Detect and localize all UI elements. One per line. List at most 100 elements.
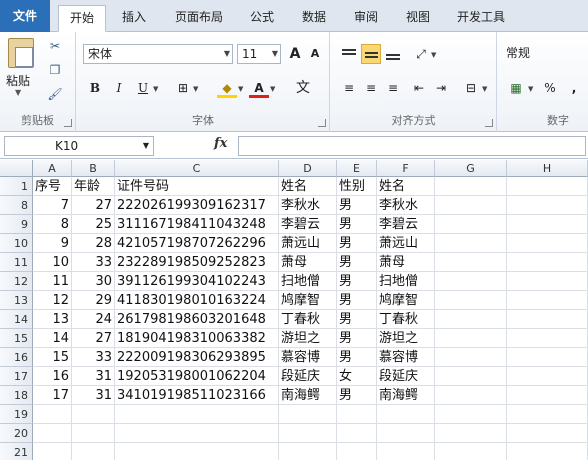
chevron-down-icon[interactable]: ▼ (143, 137, 149, 155)
cell[interactable]: 男 (337, 234, 377, 253)
increase-indent-icon[interactable]: ⇥ (431, 78, 451, 98)
chevron-down-icon[interactable]: ▼ (431, 51, 436, 59)
cell[interactable]: 鸠摩智 (279, 291, 337, 310)
row-header[interactable]: 15 (0, 329, 33, 348)
cell[interactable]: 31 (72, 367, 115, 386)
cell[interactable]: 8 (33, 215, 72, 234)
cell[interactable]: 10 (33, 253, 72, 272)
cell[interactable]: 261798198603201648 (115, 310, 279, 329)
cell[interactable]: 丁春秋 (279, 310, 337, 329)
column-header-h[interactable]: H (507, 160, 588, 177)
align-right-icon[interactable]: ≡ (383, 78, 403, 98)
dialog-launcher-icon[interactable] (318, 119, 326, 127)
align-top-icon[interactable] (339, 44, 359, 64)
tab-view[interactable]: 视图 (396, 5, 440, 32)
cell[interactable]: 游坦之 (279, 329, 337, 348)
cell[interactable]: 391126199304102243 (115, 272, 279, 291)
cell[interactable]: 序号 (33, 177, 72, 196)
cell[interactable]: 李秋水 (377, 196, 435, 215)
cell[interactable]: 慕容博 (377, 348, 435, 367)
cell[interactable]: 27 (72, 196, 115, 215)
cell[interactable] (507, 215, 588, 234)
cell[interactable]: 男 (337, 310, 377, 329)
cell[interactable] (33, 405, 72, 424)
fill-color-icon[interactable]: ◆ (217, 78, 237, 98)
dialog-launcher-icon[interactable] (64, 119, 72, 127)
italic-button[interactable]: I (109, 78, 129, 98)
cell[interactable]: 慕容博 (279, 348, 337, 367)
cell[interactable]: 27 (72, 329, 115, 348)
cell[interactable]: 222009198306293895 (115, 348, 279, 367)
cell[interactable] (337, 405, 377, 424)
cell[interactable] (377, 405, 435, 424)
cell[interactable] (377, 443, 435, 460)
column-header-c[interactable]: C (115, 160, 279, 177)
cell[interactable]: 萧远山 (279, 234, 337, 253)
cell[interactable] (435, 196, 507, 215)
cell[interactable]: 33 (72, 348, 115, 367)
chevron-down-icon[interactable]: ▼ (15, 88, 21, 97)
align-left-icon[interactable]: ≡ (339, 78, 359, 98)
row-header[interactable]: 17 (0, 367, 33, 386)
cell[interactable] (435, 424, 507, 443)
cell[interactable] (115, 405, 279, 424)
cell[interactable] (435, 177, 507, 196)
cell[interactable]: 男 (337, 329, 377, 348)
cell[interactable]: 33 (72, 253, 115, 272)
cell[interactable]: 姓名 (377, 177, 435, 196)
cell[interactable] (507, 443, 588, 460)
row-header[interactable]: 19 (0, 405, 33, 424)
cell[interactable]: 192053198001062204 (115, 367, 279, 386)
cell[interactable]: 341019198511023166 (115, 386, 279, 405)
cell[interactable]: 7 (33, 196, 72, 215)
cell[interactable]: 丁春秋 (377, 310, 435, 329)
column-header-b[interactable]: B (72, 160, 115, 177)
cell[interactable] (279, 405, 337, 424)
cell[interactable]: 段延庆 (279, 367, 337, 386)
formula-input[interactable] (238, 136, 586, 156)
cell[interactable]: 萧母 (279, 253, 337, 272)
cell[interactable] (507, 405, 588, 424)
shrink-font-button[interactable]: A (305, 44, 325, 64)
cell[interactable]: 证件号码 (115, 177, 279, 196)
column-header-a[interactable]: A (33, 160, 72, 177)
align-center-icon[interactable]: ≡ (361, 78, 381, 98)
paste-button[interactable]: 粘贴 (6, 72, 30, 89)
cell[interactable] (115, 424, 279, 443)
cell[interactable]: 李碧云 (377, 215, 435, 234)
cell[interactable]: 25 (72, 215, 115, 234)
accounting-format-icon[interactable]: ▦ (506, 78, 526, 98)
cell[interactable]: 男 (337, 272, 377, 291)
row-header[interactable]: 14 (0, 310, 33, 329)
cell[interactable]: 鸠摩智 (377, 291, 435, 310)
cell[interactable] (435, 291, 507, 310)
cell[interactable]: 李秋水 (279, 196, 337, 215)
row-header[interactable]: 1 (0, 177, 33, 196)
cell[interactable] (507, 348, 588, 367)
cell[interactable]: 男 (337, 196, 377, 215)
cell[interactable]: 男 (337, 348, 377, 367)
cell[interactable] (507, 329, 588, 348)
cell[interactable] (72, 424, 115, 443)
align-middle-icon[interactable] (361, 44, 381, 64)
column-header-f[interactable]: F (377, 160, 435, 177)
tab-data[interactable]: 数据 (292, 5, 336, 32)
cell[interactable]: 9 (33, 234, 72, 253)
cell[interactable]: 扫地僧 (279, 272, 337, 291)
cell[interactable] (435, 367, 507, 386)
row-header[interactable]: 9 (0, 215, 33, 234)
cell[interactable] (507, 272, 588, 291)
cell[interactable]: 15 (33, 348, 72, 367)
cell[interactable]: 421057198707262296 (115, 234, 279, 253)
cell[interactable] (435, 215, 507, 234)
underline-button[interactable]: U (133, 78, 153, 98)
cell[interactable]: 28 (72, 234, 115, 253)
tab-insert[interactable]: 插入 (112, 5, 156, 32)
cell[interactable]: 性别 (337, 177, 377, 196)
row-header[interactable]: 13 (0, 291, 33, 310)
cell[interactable] (435, 253, 507, 272)
row-header[interactable]: 16 (0, 348, 33, 367)
cell[interactable]: 南海鳄 (377, 386, 435, 405)
cell[interactable]: 232289198509252823 (115, 253, 279, 272)
chevron-down-icon[interactable]: ▼ (482, 85, 487, 93)
